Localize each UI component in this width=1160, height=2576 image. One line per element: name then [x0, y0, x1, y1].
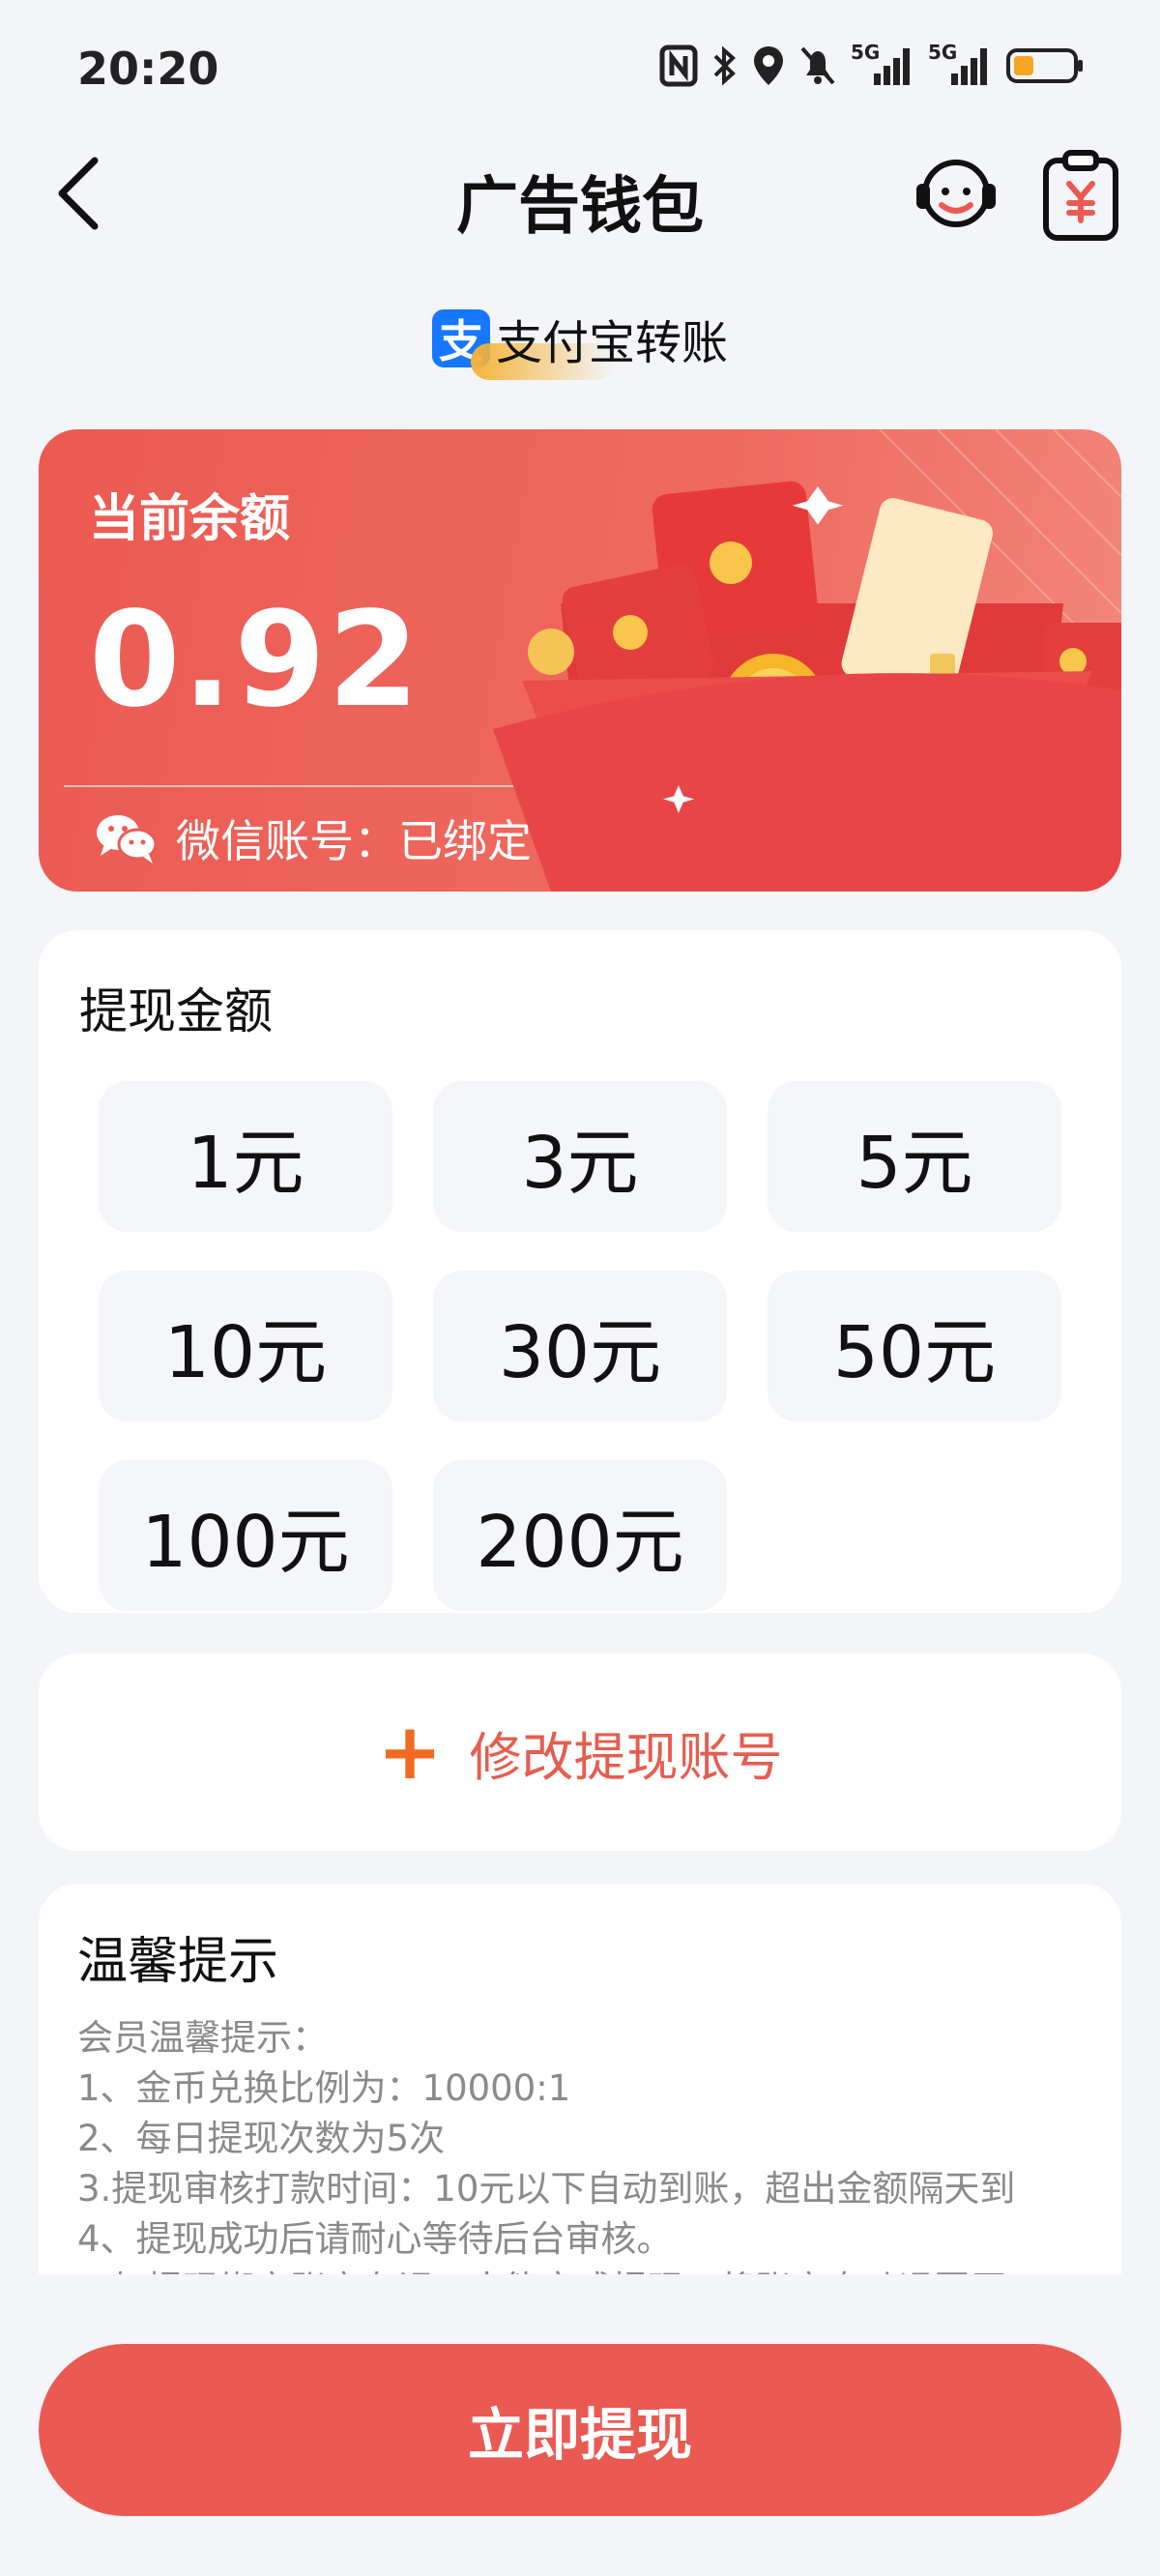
plus-icon: + — [377, 1707, 443, 1797]
amount-option[interactable]: 5元 — [768, 1081, 1061, 1232]
tips-line: 会员温馨提示： — [77, 2017, 328, 2059]
withdraw-amount-title: 提现金额 — [79, 983, 273, 1039]
status-bar: 20:20 5G 5G — [0, 0, 1160, 135]
location-icon — [754, 46, 783, 85]
payment-channel-inner: 支 支付宝转账 — [431, 305, 728, 380]
amount-option[interactable]: 30元 — [433, 1271, 727, 1421]
status-icons: 5G 5G — [659, 41, 1085, 87]
modify-account-label: 修改提现账号 — [469, 1726, 783, 1788]
withdraw-record-button[interactable] — [1040, 149, 1121, 242]
balance-label: 当前余额 — [89, 490, 291, 548]
withdraw-record-icon — [1043, 150, 1118, 241]
tips-title: 温馨提示 — [77, 1933, 279, 1991]
payment-channel-label: 支付宝转账 — [495, 316, 728, 370]
tips-panel: 温馨提示 会员温馨提示： 1、金币兑换比例为：10000:1 2、每日提现次数为… — [39, 1884, 1121, 2274]
mute-icon — [800, 46, 835, 85]
modify-account-button[interactable]: + 修改提现账号 — [377, 1713, 782, 1791]
customer-service-button[interactable] — [913, 149, 1000, 236]
customer-service-icon — [916, 160, 996, 227]
status-time: 20:20 — [77, 43, 219, 95]
nfc-icon — [659, 44, 698, 87]
balance-card: 当前余额 0.92 微信账号：已绑定 — [39, 429, 1121, 892]
red-envelope-illustration — [493, 429, 1121, 892]
tips-line: 1、金币兑换比例为：10000:1 — [77, 2067, 571, 2109]
battery-icon — [1006, 48, 1083, 83]
withdraw-amount-panel: 提现金额 1元 3元 5元 10元 30元 50元 100元 200元 — [39, 930, 1121, 1613]
modify-account-panel: + 修改提现账号 — [39, 1654, 1121, 1851]
tips-list: 会员温馨提示： 1、金币兑换比例为：10000:1 2、每日提现次数为5次 3.… — [77, 2013, 1102, 2274]
amount-option[interactable]: 200元 — [433, 1460, 727, 1611]
balance-value: 0.92 — [89, 584, 421, 737]
amount-option[interactable]: 10元 — [99, 1271, 392, 1421]
withdraw-now-button[interactable]: 立即提现 — [39, 2344, 1121, 2516]
wechat-status: 微信账号：已绑定 — [176, 815, 532, 867]
amount-option[interactable]: 50元 — [768, 1271, 1061, 1421]
tips-line: 5.如提现绑定账户有误，未能完成提现，将账户自动退回原 — [77, 2265, 1102, 2274]
payment-channel[interactable]: 支 支付宝转账 — [0, 300, 1160, 380]
withdraw-now-label: 立即提现 — [467, 2402, 692, 2468]
amount-option[interactable]: 100元 — [99, 1460, 392, 1611]
wechat-icon — [97, 815, 158, 864]
signal-5g-icon: 5G — [851, 41, 914, 87]
signal-5g-icon: 5G — [928, 41, 992, 87]
amount-option[interactable]: 1元 — [99, 1081, 392, 1232]
nav-bar: 广告钱包 — [0, 135, 1160, 251]
amount-option[interactable]: 3元 — [433, 1081, 727, 1232]
tips-line: 4、提现成功后请耐心等待后台审核。 — [77, 2218, 673, 2260]
wechat-binding: 微信账号：已绑定 — [95, 806, 532, 870]
tips-line: 2、每日提现次数为5次 — [77, 2118, 446, 2159]
tips-line: 3.提现审核打款时间：10元以下自动到账，超出金额隔天到 — [77, 2168, 1016, 2210]
bluetooth-icon — [713, 45, 736, 86]
